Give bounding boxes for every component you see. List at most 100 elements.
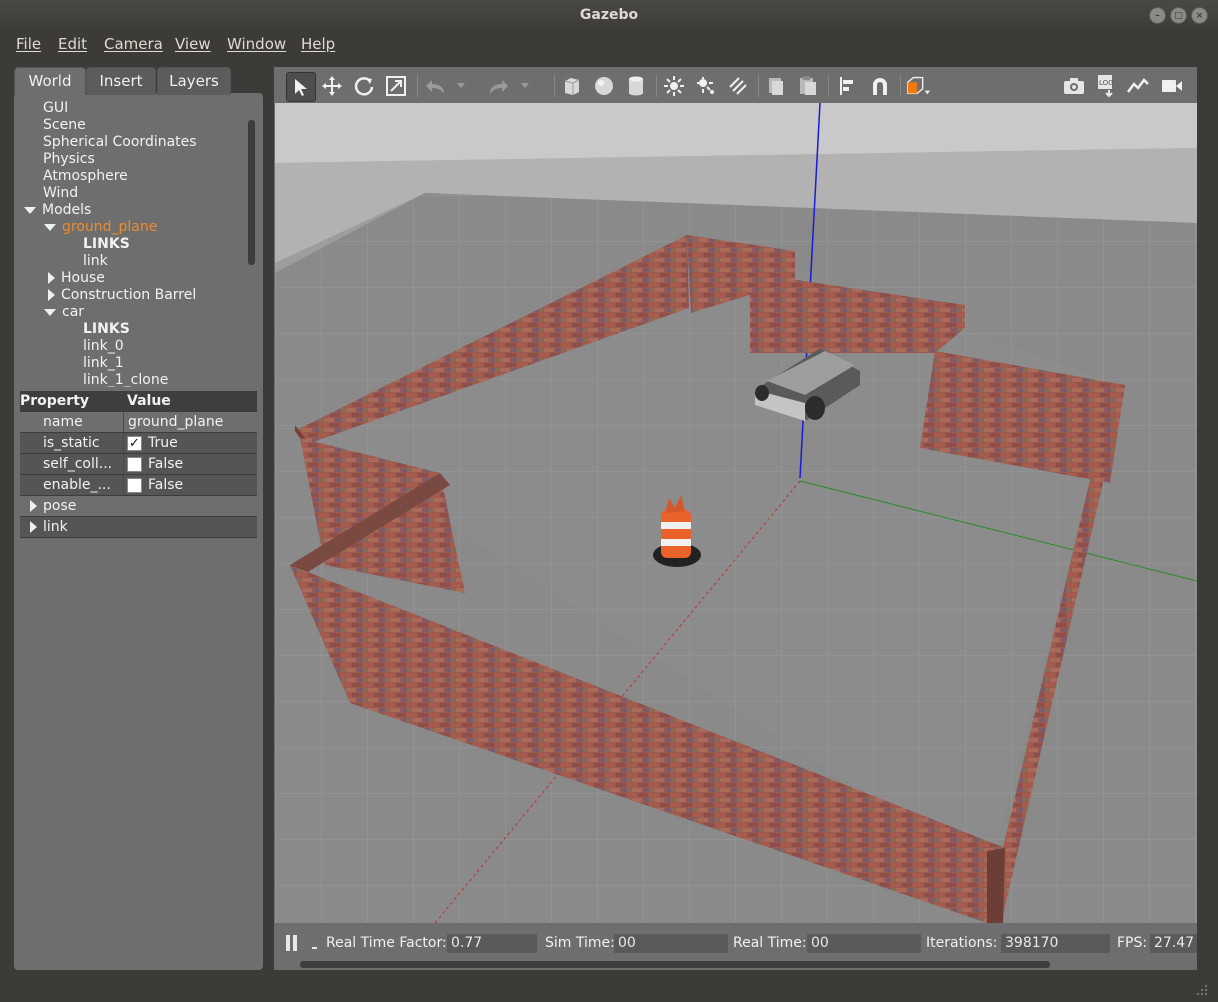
expand-icon[interactable] — [48, 272, 55, 284]
translate-icon[interactable] — [318, 72, 346, 100]
toolbar-separator — [554, 75, 555, 97]
status-scrollbar[interactable] — [300, 961, 1050, 968]
menu-bar: File Edit Camera View Window Help — [0, 31, 1218, 57]
close-icon[interactable]: × — [1191, 7, 1208, 24]
iterations-value: 398170 — [1001, 934, 1110, 953]
paste-icon[interactable] — [794, 72, 822, 100]
minimize-icon[interactable]: – — [1149, 7, 1166, 24]
real-time-label: Real Time: — [733, 935, 807, 951]
menu-edit[interactable]: Edit — [58, 35, 87, 53]
undo-dropdown-icon[interactable] — [454, 72, 468, 100]
tree-item-physics[interactable]: Physics — [43, 151, 95, 168]
resize-grip-icon[interactable] — [1196, 984, 1208, 996]
cylinder-icon[interactable] — [622, 72, 650, 100]
fps-label: FPS: — [1117, 935, 1148, 951]
snap-icon[interactable] — [866, 72, 894, 100]
expand-icon[interactable] — [48, 289, 55, 301]
step-icon[interactable] — [312, 947, 317, 949]
tree-item-gui[interactable]: GUI — [43, 100, 68, 117]
expand-icon[interactable] — [30, 521, 37, 533]
scale-icon[interactable] — [382, 72, 410, 100]
menu-file[interactable]: File — [16, 35, 41, 53]
property-row-is-static[interactable]: is_static True — [20, 433, 257, 454]
expand-icon[interactable] — [30, 500, 37, 512]
plot-icon[interactable] — [1124, 72, 1152, 100]
maximize-icon[interactable]: □ — [1170, 7, 1187, 24]
gazebo-window: Gazebo – □ × File Edit Camera View Windo… — [0, 0, 1218, 1002]
tab-world[interactable]: World — [14, 67, 86, 95]
svg-text:LOG: LOG — [1099, 79, 1114, 87]
select-arrow-icon[interactable] — [286, 72, 316, 102]
tree-item-models[interactable]: Models — [24, 202, 91, 219]
property-row-self-collide[interactable]: self_coll... False — [20, 454, 257, 475]
tree-label-links: LINKS — [83, 236, 130, 252]
align-icon[interactable] — [834, 72, 862, 100]
pause-icon-bar — [293, 935, 297, 951]
tree-item-link-1[interactable]: link_1 — [83, 355, 124, 372]
sim-time-value: 00 00:30:58.979 — [614, 934, 728, 953]
redo-icon[interactable] — [484, 72, 512, 100]
tree-scrollbar[interactable] — [248, 120, 255, 265]
menu-window[interactable]: Window — [227, 35, 286, 53]
tree-item-scene[interactable]: Scene — [43, 117, 86, 134]
tree-item-ground-plane[interactable]: ground_plane — [44, 219, 157, 236]
menu-view[interactable]: View — [175, 35, 211, 53]
log-icon[interactable]: LOG — [1092, 72, 1120, 100]
rtf-value: 0.77 — [447, 934, 537, 953]
toolbar-separator — [758, 75, 759, 97]
tree-item-link-1-clone[interactable]: link_1_clone — [83, 372, 168, 387]
tree-item-house[interactable]: House — [48, 270, 105, 287]
is-static-checkbox[interactable] — [127, 434, 142, 454]
tree-label-car-links: LINKS — [83, 321, 130, 337]
property-col-header: Property — [20, 393, 90, 409]
tree-item-atmosphere[interactable]: Atmosphere — [43, 168, 128, 185]
menu-help[interactable]: Help — [301, 35, 335, 53]
value-col-header: Value — [127, 393, 171, 409]
self-collide-checkbox[interactable] — [127, 457, 142, 472]
tab-layers[interactable]: Layers — [157, 67, 231, 95]
redo-dropdown-icon[interactable] — [518, 72, 532, 100]
property-group-pose[interactable]: pose — [20, 496, 257, 517]
directional-light-icon[interactable] — [724, 72, 752, 100]
toolbar-separator — [900, 75, 901, 97]
undo-icon[interactable] — [422, 72, 450, 100]
copy-icon[interactable] — [762, 72, 790, 100]
toolbar-separator — [828, 75, 829, 97]
expand-icon[interactable] — [24, 206, 36, 214]
record-video-icon[interactable] — [1158, 72, 1186, 100]
enable-wind-checkbox[interactable] — [127, 478, 142, 493]
property-row-name[interactable]: name ground_plane — [20, 412, 257, 433]
box-icon[interactable] — [558, 72, 586, 100]
toolbar-separator — [417, 75, 418, 97]
sim-time-label: Sim Time: — [545, 935, 615, 951]
property-header: Property Value — [20, 391, 257, 412]
expand-icon[interactable] — [44, 223, 56, 231]
tree-item-link[interactable]: link — [83, 253, 108, 270]
pause-icon[interactable] — [286, 935, 290, 951]
3d-scene[interactable] — [275, 103, 1197, 923]
world-tree: GUI Scene Spherical Coordinates Physics … — [14, 100, 251, 387]
tree-item-spherical-coordinates[interactable]: Spherical Coordinates — [43, 134, 197, 151]
tree-item-car[interactable]: car — [44, 304, 84, 321]
window-title: Gazebo — [579, 7, 639, 23]
rtf-label: Real Time Factor: — [326, 935, 447, 951]
menu-camera[interactable]: Camera — [104, 35, 163, 53]
title-bar: Gazebo – □ × — [0, 0, 1218, 32]
sphere-icon[interactable] — [590, 72, 618, 100]
status-bar: Real Time Factor: 0.77 Sim Time: 00 00:3… — [274, 923, 1197, 970]
view-angle-icon[interactable] — [904, 72, 932, 100]
wall-corner — [987, 848, 1005, 923]
real-time-value: 00 00:09:13.762 — [807, 934, 921, 953]
point-light-icon[interactable] — [660, 72, 688, 100]
rotate-icon[interactable] — [350, 72, 378, 100]
property-row-enable-wind[interactable]: enable_... False — [20, 475, 257, 496]
toolbar-separator — [656, 75, 657, 97]
tab-insert[interactable]: Insert — [86, 67, 156, 95]
expand-icon[interactable] — [44, 308, 56, 316]
tree-item-link-0[interactable]: link_0 — [83, 338, 124, 355]
screenshot-icon[interactable] — [1060, 72, 1088, 100]
spot-light-icon[interactable] — [692, 72, 720, 100]
tree-item-wind[interactable]: Wind — [43, 185, 78, 202]
tree-item-construction-barrel[interactable]: Construction Barrel — [48, 287, 196, 304]
property-group-link[interactable]: link — [20, 517, 257, 538]
